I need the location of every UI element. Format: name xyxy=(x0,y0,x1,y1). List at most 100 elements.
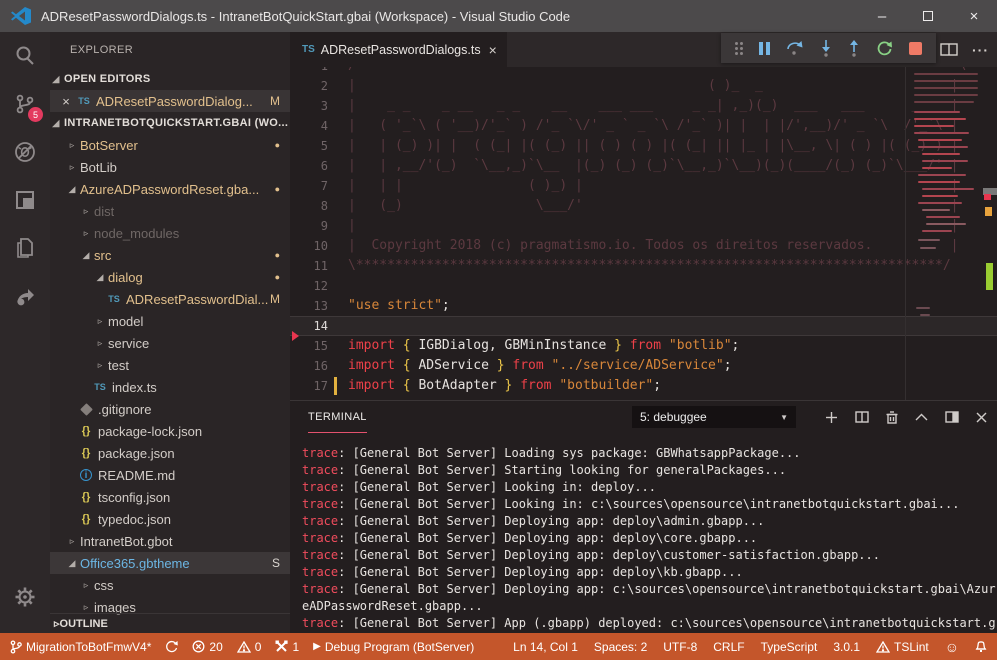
code-line[interactable]: 16import { ADService } from "../service/… xyxy=(290,356,997,376)
code-line[interactable]: 6| | ,__/'(_) `\__,_)`\__ |(_) (_) (_)`\… xyxy=(290,156,997,176)
status-end-of-line[interactable]: CRLF xyxy=(713,640,744,654)
split-editor-button[interactable] xyxy=(940,43,958,56)
workspace-section-header[interactable]: ◢INTRANETBOTQUICKSTART.GBAI (WO... xyxy=(50,112,290,134)
activity-item-settings-gear[interactable] xyxy=(0,573,50,621)
debug-step-over-button[interactable] xyxy=(786,40,804,57)
code-line[interactable]: 12 xyxy=(290,276,997,296)
status-sync[interactable] xyxy=(165,640,178,653)
status-error-count[interactable]: 20 xyxy=(192,640,222,654)
search-icon xyxy=(13,44,37,68)
code-line[interactable]: 5| | (_) )| | ( (_| |( (_) || ( ) ( ) |(… xyxy=(290,136,997,156)
code-line[interactable]: 2| ( )_ _ | xyxy=(290,76,997,96)
line-number: 10 xyxy=(290,236,328,256)
code-line[interactable]: 11\*************************************… xyxy=(290,256,997,276)
status-tslint-status[interactable]: TSLint xyxy=(876,640,929,654)
tree-item[interactable]: ▹test xyxy=(50,354,290,376)
status-feedback[interactable]: ☺ xyxy=(945,639,959,655)
tree-item[interactable]: ▹css xyxy=(50,574,290,596)
dropdown-arrow-icon: ▼ xyxy=(780,413,788,422)
workspace-label: INTRANETBOTQUICKSTART.GBAI (WO... xyxy=(64,117,288,129)
code-line[interactable]: 1/**************************************… xyxy=(290,67,997,76)
status-debug-launch[interactable]: ▶Debug Program (BotServer) xyxy=(313,640,474,654)
open-editor-item[interactable]: ×TSADResetPasswordDialog...M xyxy=(50,90,290,112)
code-line[interactable]: 9| | xyxy=(290,216,997,236)
close-editor-icon[interactable]: × xyxy=(58,94,74,109)
tree-item-label: test xyxy=(108,358,129,373)
status-cursor-position[interactable]: Ln 14, Col 1 xyxy=(513,640,578,654)
tab-close-icon[interactable]: × xyxy=(489,42,497,58)
status-running-tasks[interactable]: 1 xyxy=(275,640,299,654)
code-line[interactable]: 17import { BotAdapter } from "botbuilder… xyxy=(290,376,997,396)
status-label: 1 xyxy=(292,640,299,654)
code-line[interactable]: 10| Copyright 2018 (c) pragmatismo.io. T… xyxy=(290,236,997,256)
tree-item[interactable]: iREADME.md xyxy=(50,464,290,486)
code-line[interactable]: 18 xyxy=(290,396,997,400)
terminal-output[interactable]: trace: [General Bot Server] Loading sys … xyxy=(290,433,997,633)
kill-terminal-button[interactable] xyxy=(886,411,898,424)
tree-item[interactable]: ▹IntranetBot.gbot xyxy=(50,530,290,552)
toolbar-drag-handle-icon[interactable] xyxy=(735,42,743,55)
error-marker xyxy=(984,194,991,200)
open-editors-header[interactable]: ◢OPEN EDITORS xyxy=(50,68,290,90)
outline-section-header[interactable]: ▹ OUTLINE xyxy=(50,613,290,633)
activity-item-extensions[interactable] xyxy=(0,176,50,224)
tree-item[interactable]: ▹BotServer● xyxy=(50,134,290,156)
status-typescript-version[interactable]: 3.0.1 xyxy=(833,640,860,654)
tree-item[interactable]: TSADResetPasswordDial...M xyxy=(50,288,290,310)
tree-item-label: node_modules xyxy=(94,226,179,241)
tree-item[interactable]: ▹dist xyxy=(50,200,290,222)
tree-item[interactable]: ▹BotLib xyxy=(50,156,290,178)
tree-item[interactable]: ▹node_modules xyxy=(50,222,290,244)
tree-item[interactable]: ◢AzureADPasswordReset.gba...● xyxy=(50,178,290,200)
debug-step-into-button[interactable] xyxy=(820,40,832,57)
tree-item[interactable]: {}package-lock.json xyxy=(50,420,290,442)
tree-item[interactable]: {}tsconfig.json xyxy=(50,486,290,508)
code-line[interactable]: 15import { IGBDialog, GBMinInstance } fr… xyxy=(290,336,997,356)
activity-item-source-control[interactable]: 5 xyxy=(0,80,50,128)
terminal-tab[interactable]: TERMINAL xyxy=(308,401,367,433)
tree-item[interactable]: {}typedoc.json xyxy=(50,508,290,530)
new-terminal-button[interactable] xyxy=(825,411,838,424)
split-terminal-button[interactable] xyxy=(855,411,869,423)
toggle-panel-position-button[interactable] xyxy=(945,411,959,423)
minimap[interactable] xyxy=(905,67,983,400)
status-notifications[interactable] xyxy=(975,640,987,653)
maximize-panel-button[interactable] xyxy=(915,413,928,421)
tree-item[interactable]: ◢dialog● xyxy=(50,266,290,288)
activity-item-share[interactable] xyxy=(0,272,50,320)
maximize-button[interactable] xyxy=(905,0,951,32)
activity-item-search[interactable] xyxy=(0,32,50,80)
debug-stop-button[interactable] xyxy=(909,42,922,55)
minimize-button[interactable]: – xyxy=(859,0,905,32)
code-line[interactable]: 14 xyxy=(290,316,997,336)
debug-step-out-button[interactable] xyxy=(848,40,860,57)
tree-item[interactable]: ▹model xyxy=(50,310,290,332)
panel-header: TERMINAL 5: debuggee ▼ xyxy=(290,401,997,433)
tree-item[interactable]: .gitignore xyxy=(50,398,290,420)
tree-item[interactable]: ◢Office365.gbthemeS xyxy=(50,552,290,574)
debug-pause-button[interactable] xyxy=(759,42,770,55)
tree-item[interactable]: {}package.json xyxy=(50,442,290,464)
code-line[interactable]: 3| _ _ _ __ _ _ __ ___ ___ _ _| ,_)(_) _… xyxy=(290,96,997,116)
debug-restart-button[interactable] xyxy=(876,40,893,57)
close-button[interactable]: × xyxy=(951,0,997,32)
tree-item[interactable]: TSindex.ts xyxy=(50,376,290,398)
activity-item-documents[interactable] xyxy=(0,224,50,272)
code-line[interactable]: 8| (_) \___/' | xyxy=(290,196,997,216)
code-editor[interactable]: 1/**************************************… xyxy=(290,67,997,400)
tree-item[interactable]: ▹service xyxy=(50,332,290,354)
terminal-selector-dropdown[interactable]: 5: debuggee ▼ xyxy=(632,406,796,428)
code-line[interactable]: 7| | | ( )_) | | xyxy=(290,176,997,196)
status-warning-count[interactable]: 0 xyxy=(237,640,262,654)
code-line[interactable]: 13"use strict"; xyxy=(290,296,997,316)
status-language-mode[interactable]: TypeScript xyxy=(761,640,818,654)
status-encoding[interactable]: UTF-8 xyxy=(663,640,697,654)
status-indentation[interactable]: Spaces: 2 xyxy=(594,640,647,654)
activity-item-debug[interactable] xyxy=(0,128,50,176)
tree-item[interactable]: ◢src● xyxy=(50,244,290,266)
status-git-branch[interactable]: MigrationToBotFmwV4* xyxy=(10,640,151,654)
code-line[interactable]: 4| ( '_`\ ( '__)/'_` ) /'_ `\/' _ ` _ `\… xyxy=(290,116,997,136)
more-actions-button[interactable]: ··· xyxy=(972,42,989,58)
tab-adresetpassworddialogs[interactable]: TS ADResetPasswordDialogs.ts × xyxy=(290,32,507,67)
close-panel-button[interactable] xyxy=(976,412,987,423)
